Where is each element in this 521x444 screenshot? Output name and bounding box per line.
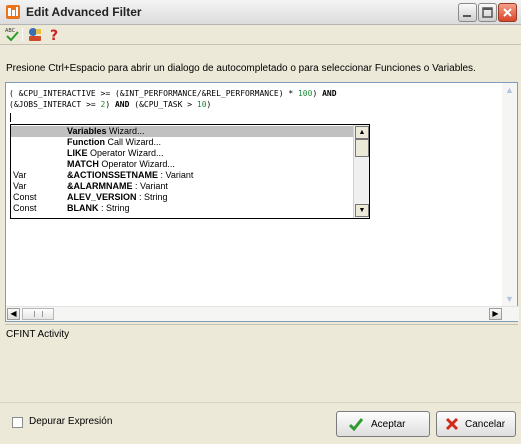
autocomplete-item[interactable]: Function Call Wizard... — [11, 137, 353, 148]
spellcheck-icon[interactable]: ABC — [4, 27, 20, 42]
autocomplete-scrollbar[interactable]: ▲ ▼ — [353, 125, 369, 218]
autocomplete-item-detail: : String — [136, 192, 168, 202]
maximize-icon — [482, 7, 493, 18]
code-line-2: (&JOBS_INTERACT >= 2) AND (&CPU_TASK > 1… — [9, 100, 212, 109]
autocomplete-item-keyword: Variables — [67, 126, 107, 136]
autocomplete-scroll-thumb[interactable] — [355, 139, 369, 157]
autocomplete-item-detail: Call Wizard... — [105, 137, 162, 147]
autocomplete-item-name: &ALARMNAME : Variant — [67, 181, 168, 192]
autocomplete-popup[interactable]: Variables Wizard... Function Call Wizard.… — [10, 124, 370, 219]
description-panel: CFINT Activity — [5, 324, 518, 399]
checkmark-icon — [349, 418, 363, 431]
autocomplete-item-name: ALEV_VERSION : String — [67, 192, 168, 203]
autocomplete-item[interactable]: Const ALEV_VERSION : String — [11, 192, 353, 203]
edit-advanced-filter-window: Edit Advanced Filter ABC ? Presione Ctrl… — [0, 0, 521, 444]
editor-horizontal-scrollbar[interactable]: ◀ ▶ — [6, 306, 519, 321]
autocomplete-item-type: Var — [13, 181, 27, 191]
scroll-right-button[interactable]: ▶ — [489, 308, 502, 320]
scroll-left-button[interactable]: ◀ — [7, 308, 20, 320]
autocomplete-item[interactable]: Variables Wizard... — [11, 126, 353, 137]
text-caret — [10, 113, 11, 122]
cancel-button-label: Cancelar — [465, 419, 506, 430]
close-button[interactable] — [498, 3, 517, 22]
debug-expression-label: Depurar Expresión — [29, 416, 113, 427]
help-icon[interactable]: ? — [46, 27, 62, 42]
scroll-grip-icon — [34, 311, 43, 317]
autocomplete-item-detail: : String — [98, 203, 130, 213]
autocomplete-item-name: BLANK : String — [67, 203, 130, 214]
autocomplete-item-detail: Operator Wizard... — [98, 159, 175, 169]
autocomplete-item-keyword: BLANK — [67, 203, 99, 213]
autocomplete-item-keyword: &ACTIONSSETNAME — [67, 170, 159, 180]
vdw-app-icon — [6, 5, 20, 19]
autocomplete-item-keyword: MATCH — [67, 159, 99, 169]
autocomplete-scroll-down[interactable]: ▼ — [355, 204, 369, 217]
arrow-up-icon: ▲ — [358, 129, 366, 136]
toolbar-divider — [0, 44, 521, 45]
chevron-right-icon: ▶ — [492, 309, 499, 318]
function-wizard-icon[interactable] — [27, 27, 43, 42]
scroll-down-icon[interactable]: ▼ — [505, 294, 514, 304]
autocomplete-item[interactable]: MATCH Operator Wizard... — [11, 159, 353, 170]
debug-expression-checkbox[interactable] — [12, 417, 23, 428]
autocomplete-item-type: Const — [13, 203, 37, 213]
autocomplete-item-name: &ACTIONSSETNAME : Variant — [67, 170, 193, 181]
autocomplete-scroll-up[interactable]: ▲ — [355, 126, 369, 139]
editor-vertical-scrollbar[interactable]: ▲ ▼ — [502, 83, 517, 306]
autocomplete-item[interactable]: Var &ALARMNAME : Variant — [11, 181, 353, 192]
autocomplete-item-name: Variables Wizard... — [67, 126, 145, 137]
code-line-1: ( &CPU_INTERACTIVE >= (&INT_PERFORMANCE/… — [9, 89, 337, 98]
autocomplete-item-detail: Operator Wizard... — [87, 148, 164, 158]
autocomplete-item-type: Const — [13, 192, 37, 202]
autocomplete-item-detail: Wizard... — [106, 126, 145, 136]
toolbar: ABC ? — [0, 25, 521, 44]
autocomplete-item-name: LIKE Operator Wizard... — [67, 148, 164, 159]
autocomplete-item-type: Var — [13, 170, 27, 180]
title-bar: Edit Advanced Filter — [0, 0, 521, 25]
autocomplete-item-keyword: ALEV_VERSION — [67, 192, 137, 202]
scroll-up-icon[interactable]: ▲ — [505, 85, 514, 95]
autocomplete-item[interactable]: LIKE Operator Wizard... — [11, 148, 353, 159]
autocomplete-item-keyword: LIKE — [67, 148, 88, 158]
svg-text:ABC: ABC — [5, 28, 16, 34]
maximize-button[interactable] — [478, 3, 497, 22]
arrow-down-icon: ▼ — [358, 207, 366, 214]
horizontal-scroll-thumb[interactable] — [22, 308, 54, 320]
close-icon — [503, 8, 512, 17]
autocomplete-item-keyword: Function — [67, 137, 105, 147]
minimize-icon — [463, 15, 471, 17]
accept-button[interactable]: Aceptar — [336, 411, 430, 437]
expression-code[interactable]: ( &CPU_INTERACTIVE >= (&INT_PERFORMANCE/… — [9, 88, 337, 110]
footer-divider — [0, 402, 521, 403]
autocomplete-item-detail: : Variant — [158, 170, 194, 180]
autocomplete-item-detail: : Variant — [132, 181, 168, 191]
accept-button-label: Aceptar — [371, 419, 406, 430]
cancel-button[interactable]: Cancelar — [436, 411, 516, 437]
autocomplete-item[interactable]: Const BLANK : String — [11, 203, 353, 214]
autocomplete-item[interactable]: Var &ACTIONSSETNAME : Variant — [11, 170, 353, 181]
svg-text:?: ? — [50, 28, 58, 42]
description-text: CFINT Activity — [6, 329, 70, 340]
minimize-button[interactable] — [458, 3, 477, 22]
window-title: Edit Advanced Filter — [26, 5, 142, 19]
chevron-left-icon: ◀ — [10, 309, 17, 318]
cancel-x-icon — [445, 417, 459, 431]
autocomplete-item-keyword: &ALARMNAME — [67, 181, 133, 191]
toolbar-separator — [22, 28, 23, 41]
autocomplete-item-name: Function Call Wizard... — [67, 137, 161, 148]
autocomplete-item-name: MATCH Operator Wizard... — [67, 159, 175, 170]
hint-text: Presione Ctrl+Espacio para abrir un dial… — [6, 63, 476, 74]
